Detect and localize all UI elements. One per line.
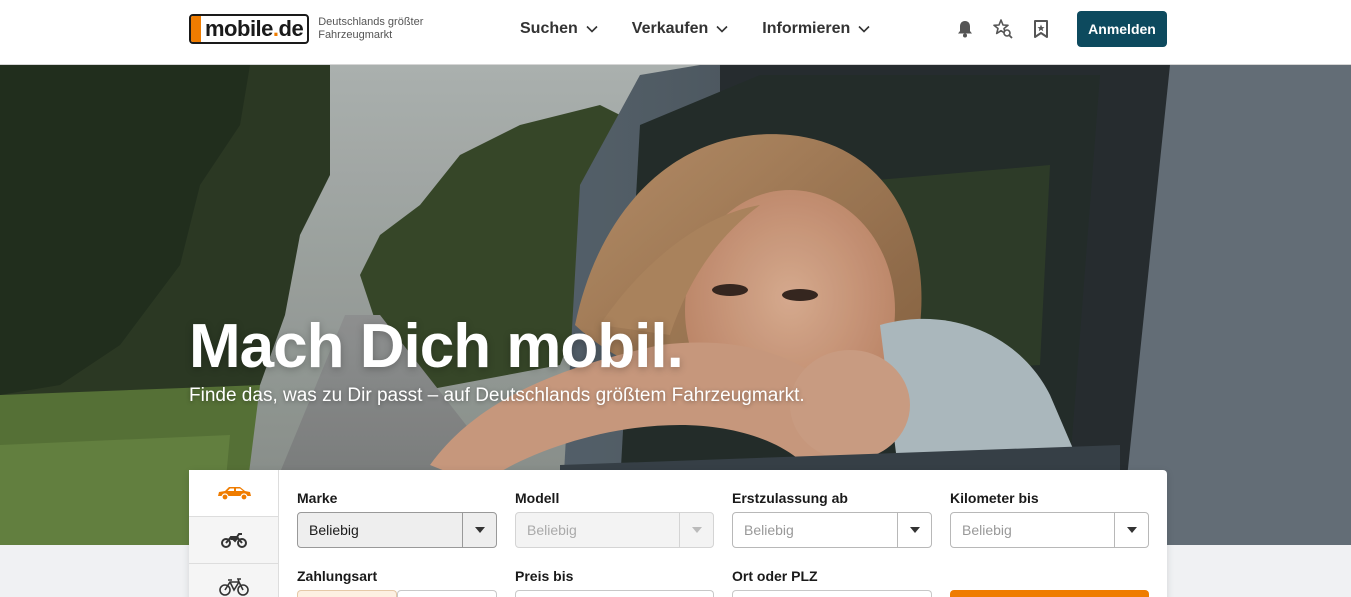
nav-item-label: Verkaufen [631,20,709,37]
chevron-down-icon [586,25,598,33]
zahlungsart-toggle [297,590,497,597]
bicycle-icon [218,578,249,596]
field-zahlungsart: Zahlungsart [297,568,497,597]
kilometer-label: Kilometer bis [950,490,1039,506]
field-erstzulassung: Erstzulassung ab Beliebig [732,490,932,548]
preis-select[interactable] [515,590,714,597]
erstzulassung-value: Beliebig [744,522,794,538]
erstzulassung-label: Erstzulassung ab [732,490,848,506]
vehicle-type-tabs [189,470,279,597]
tab-car[interactable] [189,470,278,517]
login-button[interactable]: Anmelden [1077,11,1167,47]
search-submit-button[interactable] [950,590,1149,597]
nav-item-label: Informieren [762,20,851,37]
tab-bicycle[interactable] [189,564,278,597]
modell-select[interactable]: Beliebig [515,512,714,548]
main-nav: Suchen Verkaufen Informieren [520,18,904,40]
logo-wordmark: mobile.de [205,16,304,41]
star-search-icon [993,19,1013,39]
dropdown-arrow-icon [1114,513,1148,547]
dropdown-arrow-icon [679,513,713,547]
hero-title: Mach Dich mobil. [189,312,684,381]
marke-label: Marke [297,490,338,506]
marke-select[interactable]: Beliebig [297,512,497,548]
marke-value: Beliebig [309,522,359,538]
zahlungsart-label: Zahlungsart [297,568,378,584]
notifications-button[interactable] [955,19,975,39]
field-preis: Preis bis [515,568,714,597]
nav-item-suchen[interactable]: Suchen [520,18,598,40]
kilometer-value: Beliebig [962,522,1012,538]
nav-item-verkaufen[interactable]: Verkaufen [632,18,728,40]
ort-input[interactable] [732,590,932,597]
preis-label: Preis bis [515,568,574,584]
bookmark-icon [1034,20,1048,38]
erstzulassung-select[interactable]: Beliebig [732,512,932,548]
hero-subtitle: Finde das, was zu Dir passt – auf Deutsc… [189,385,805,406]
chevron-down-icon [716,25,728,33]
nav-item-label: Suchen [520,20,578,37]
ort-label: Ort oder PLZ [732,568,818,584]
logo[interactable]: mobile.de Deutschlands größter Fahrzeugm… [189,14,438,44]
quick-search-panel: Marke Beliebig Modell Beliebig Erstzulas… [189,470,1167,597]
dropdown-arrow-icon [462,513,496,547]
dropdown-arrow-icon [897,513,931,547]
car-icon [217,487,251,501]
chevron-down-icon [858,25,870,33]
top-header: mobile.de Deutschlands größter Fahrzeugm… [0,0,1351,65]
motorcycle-icon [220,533,247,548]
field-ort: Ort oder PLZ [732,568,932,597]
modell-label: Modell [515,490,560,506]
header-icon-group [955,19,1069,39]
kilometer-select[interactable]: Beliebig [950,512,1149,548]
tab-motorcycle[interactable] [189,517,278,564]
saved-searches-button[interactable] [993,19,1013,39]
field-kilometer: Kilometer bis Beliebig [950,490,1149,548]
field-modell: Modell Beliebig [515,490,714,548]
parked-vehicles-button[interactable] [1031,19,1051,39]
logo-orange-bar [191,16,201,42]
zahlungsart-option-leasing[interactable] [397,590,497,597]
zahlungsart-option-kaufen[interactable] [297,590,397,597]
bell-icon [958,21,972,38]
nav-item-informieren[interactable]: Informieren [762,18,870,40]
logo-mark: mobile.de [189,14,310,44]
modell-value: Beliebig [527,522,577,538]
logo-tagline: Deutschlands größter Fahrzeugmarkt [318,16,424,41]
field-marke: Marke Beliebig [297,490,497,548]
